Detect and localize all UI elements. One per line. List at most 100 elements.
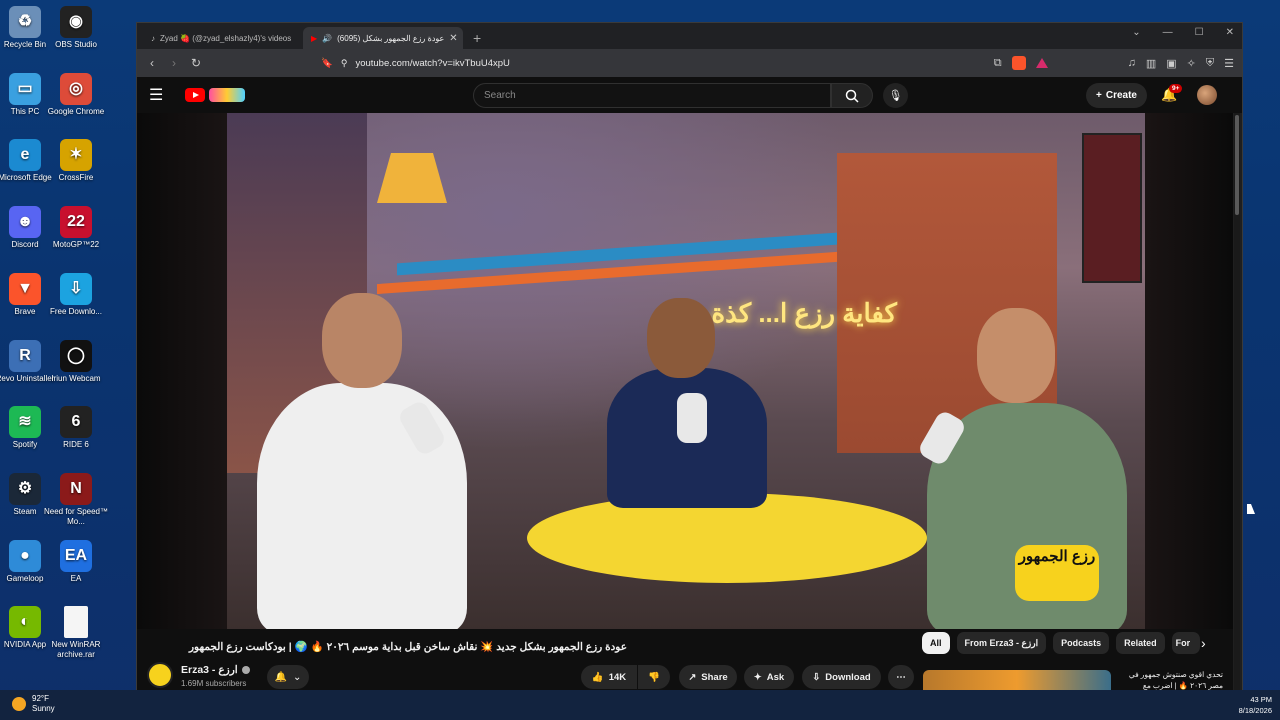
sun-icon (12, 697, 26, 711)
share-label: Share (701, 671, 728, 683)
desktop-icon[interactable]: N Need for Speed™ Mo... (41, 472, 111, 527)
video-mic (677, 393, 707, 443)
video-person-right-head (977, 308, 1055, 403)
create-button[interactable]: + Create (1086, 83, 1147, 108)
pc-icon: ▭ (9, 72, 41, 105)
chevron-down-icon[interactable]: ⌄ (1132, 27, 1140, 38)
forward-icon[interactable]: › (167, 56, 181, 70)
gameloop-icon: ● (9, 539, 41, 572)
more-actions-button[interactable]: ⋯ (888, 665, 914, 689)
leo-icon[interactable]: ✧ (1187, 57, 1196, 70)
sparkle-icon: ✦ (753, 671, 762, 683)
search-input[interactable]: Search (473, 83, 831, 108)
youtube-header: ☰ Search 🎙 + Create 🔔 9+ (137, 77, 1242, 113)
extension-icons: ⧉ ♫ ▥ ▣ ✧ ⛨ ☰ (994, 56, 1234, 70)
subscription-bell-button[interactable]: 🔔 ⌄ (267, 665, 309, 689)
tab-youtube[interactable]: ▶ 🔊 (6095) عودة رزع الجمهور بشكل ✕ (303, 27, 463, 49)
menu-icon[interactable]: ☰ (1224, 57, 1234, 70)
voice-search-button[interactable]: 🎙 (883, 83, 908, 108)
video-player[interactable]: كفاية رزع ا... كذة.. رزع الجمهور (137, 113, 1233, 629)
window-controls: ⌄ — ☐ ✕ (1132, 27, 1234, 38)
vpn-icon[interactable]: ⛨ (1206, 57, 1214, 70)
desktop-icon[interactable]: ◯ Iriun Webcam (41, 339, 111, 384)
download-button[interactable]: ⇩ Download (802, 665, 881, 689)
channel-watermark: رزع الجمهور (1015, 545, 1099, 601)
desktop-icon[interactable]: ◉ OBS Studio (41, 6, 111, 50)
media-icon[interactable]: ♫ (1128, 57, 1136, 69)
desktop-icon[interactable]: ⇩ Free Downlo... (41, 272, 111, 317)
chip-from-channel[interactable]: From Erza3 - ارزع (956, 632, 1047, 654)
ask-label: Ask (766, 671, 785, 683)
url-field[interactable]: 🔖 ⚲ youtube.com/watch?v=ikvTbuU4xpU (321, 58, 510, 69)
desktop-icon[interactable]: EA EA (41, 539, 111, 584)
avatar[interactable] (1197, 85, 1217, 105)
youtube-logo[interactable] (185, 88, 245, 102)
revo-icon: R (9, 339, 41, 372)
mouse-cursor (1247, 504, 1255, 514)
youtube-play-icon (185, 88, 205, 102)
minimize-icon[interactable]: — (1163, 27, 1173, 38)
video-jersey-frame (1082, 133, 1142, 283)
share-icon: ↗ (688, 671, 697, 683)
video-title: عودة رزع الجمهور بشكل جديد 💥 نقاش ساخن ق… (188, 641, 627, 653)
brave-rewards-icon[interactable] (1035, 58, 1048, 68)
desktop-icon[interactable]: ◎ Google Chrome (41, 72, 111, 117)
back-icon[interactable]: ‹ (145, 56, 159, 70)
clock[interactable]: 43 PM 8/18/2026 (1239, 694, 1272, 716)
address-bar: ‹ › ↻ 🔖 ⚲ youtube.com/watch?v=ikvTbuU4xp… (137, 49, 1242, 77)
microphone-icon: 🎙 (888, 90, 903, 102)
browser-window: ♪ Zyad 🍓 (@zyad_elshazly4)'s videos ▶ 🔊 … (136, 22, 1243, 702)
site-info-icon[interactable]: ⚲ (341, 58, 348, 69)
thumbs-down-icon: 👎 (648, 671, 660, 683)
wallet-icon[interactable]: ▣ (1166, 57, 1176, 70)
bookmark-icon[interactable]: 🔖 (321, 58, 333, 69)
ride-icon: 6 (60, 406, 92, 439)
video-frame[interactable]: كفاية رزع ا... كذة.. رزع الجمهور (227, 113, 1145, 629)
chip-related[interactable]: Related (1116, 632, 1165, 654)
new-tab-button[interactable]: + (463, 27, 491, 49)
desktop-icon[interactable]: New WinRAR archive.rar (41, 606, 111, 660)
scrollbar-thumb[interactable] (1235, 115, 1239, 215)
chip-all[interactable]: All (922, 632, 950, 654)
ask-button[interactable]: ✦ Ask (744, 665, 794, 689)
download-icon: ⇩ (812, 671, 821, 683)
create-label: Create (1105, 90, 1137, 101)
nvidia-icon: ◐ (9, 606, 41, 639)
chevron-right-icon[interactable]: › (1201, 635, 1206, 651)
brave-shields-icon[interactable] (1011, 56, 1026, 70)
recommended-video-title[interactable]: تحدي اقوي صنتوش جمهور في مصر ٢٠٢٦ 🔥 | اض… (1115, 669, 1223, 691)
cast-icon[interactable]: ⧉ (994, 57, 1002, 70)
tiktok-icon: ♪ (151, 33, 155, 43)
obs-icon: ◉ (60, 6, 92, 38)
desktop-icon-label: Free Downlo... (49, 306, 103, 316)
reload-icon[interactable]: ↻ (189, 56, 203, 70)
search-button[interactable] (831, 83, 873, 108)
video-person-left (257, 383, 467, 629)
weather-widget[interactable]: 92°F Sunny (12, 694, 55, 714)
sidebar-icon[interactable]: ▥ (1146, 57, 1156, 70)
tab-label: (6095) عودة رزع الجمهور بشكل (337, 33, 445, 43)
youtube-icon: ▶ (311, 33, 318, 43)
crossfire-icon: ✶ (60, 139, 92, 172)
brave-icon: ▼ (9, 272, 41, 305)
hamburger-menu-icon[interactable]: ☰ (149, 85, 173, 105)
tab-tiktok[interactable]: ♪ Zyad 🍓 (@zyad_elshazly4)'s videos (143, 27, 303, 49)
close-window-icon[interactable]: ✕ (1226, 27, 1234, 38)
desktop-icon[interactable]: 6 RIDE 6 (41, 406, 111, 450)
like-button[interactable]: 👍 14K (581, 665, 637, 689)
desktop-icon-label: Iriun Webcam (51, 373, 101, 383)
chip-podcasts[interactable]: Podcasts (1053, 632, 1110, 654)
recommendation-chips: All From Erza3 - ارزع Podcasts Related F… (922, 632, 1200, 654)
share-button[interactable]: ↗ Share (679, 665, 737, 689)
maximize-icon[interactable]: ☐ (1195, 27, 1204, 38)
date: 8/18/2026 (1238, 706, 1272, 715)
close-icon[interactable]: ✕ (449, 33, 457, 44)
channel-avatar[interactable] (147, 662, 173, 688)
desktop-icon[interactable]: 22 MotoGP™22 (41, 206, 111, 250)
chip-for-you[interactable]: For (1171, 632, 1200, 654)
desktop-icon[interactable]: ✶ CrossFire (41, 139, 111, 183)
channel-name[interactable]: Erza3 - ارزع (181, 664, 250, 676)
speaker-icon[interactable]: 🔊 (322, 34, 332, 43)
video-person-center-head (647, 298, 715, 378)
dislike-button[interactable]: 👎 (638, 665, 670, 689)
